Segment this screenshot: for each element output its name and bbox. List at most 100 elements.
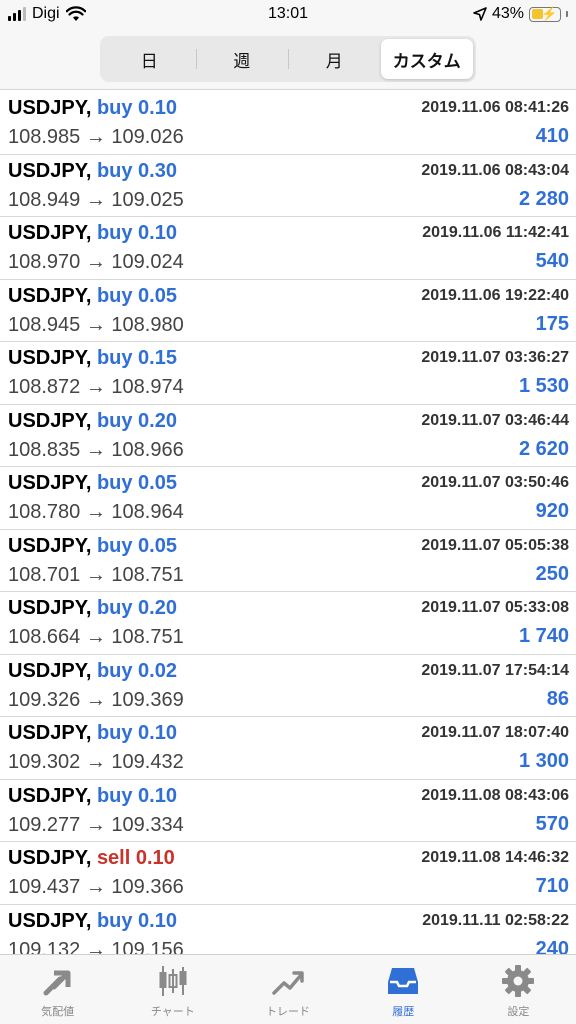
segment-month[interactable]: 月: [288, 39, 381, 79]
trade-row[interactable]: USDJPY, buy 0.15 2019.11.07 03:36:27 108.8…: [0, 342, 576, 405]
trade-row[interactable]: USDJPY, buy 0.20 2019.11.07 03:46:44 108.8…: [0, 405, 576, 467]
trade-side-volume: sell 0.10: [96, 847, 175, 869]
trade-symbol: USDJPY, buy 0.05: [8, 285, 177, 308]
trade-row[interactable]: USDJPY, buy 0.10 2019.11.08 08:43:06 109.2…: [0, 780, 576, 842]
location-arrow-icon: [473, 7, 487, 21]
trade-symbol: USDJPY, buy 0.10: [8, 910, 177, 933]
trade-profit: 1 300: [518, 750, 569, 772]
status-right: 43% ⚡: [473, 5, 568, 23]
symbol-name: USDJPY,: [8, 409, 92, 432]
tab-trade[interactable]: トレード: [230, 955, 345, 1024]
symbol-name: USDJPY,: [8, 347, 92, 369]
symbol-name: USDJPY,: [8, 284, 92, 307]
tab-settings-label: 設定: [507, 1005, 530, 1018]
trade-price-range: 109.277 → 109.334: [8, 813, 184, 836]
trade-time: 2019.11.11 02:58:22: [422, 911, 569, 929]
trade-profit: 1 530: [518, 375, 569, 397]
trade-time: 2019.11.08 14:46:32: [421, 849, 569, 866]
trade-price-range: 108.780 → 108.964: [8, 501, 184, 523]
symbol-name: USDJPY,: [8, 597, 92, 619]
trade-side-volume: buy 0.10: [96, 222, 177, 244]
trade-time: 2019.11.07 03:50:46: [421, 474, 569, 491]
trade-symbol: USDJPY, buy 0.10: [8, 97, 177, 120]
trade-side-volume: buy 0.10: [96, 722, 177, 744]
trade-side-volume: buy 0.05: [96, 284, 177, 307]
symbol-name: USDJPY,: [8, 97, 92, 119]
segment-day[interactable]: 日: [103, 39, 196, 79]
tab-quotes[interactable]: 気配値: [0, 955, 115, 1024]
trade-price-range: 109.437 → 109.366: [8, 876, 184, 898]
trade-price-range: 108.701 → 108.751: [8, 563, 184, 586]
trade-time: 2019.11.08 08:43:06: [421, 786, 569, 804]
tab-settings[interactable]: 設定: [461, 955, 576, 1024]
trade-row[interactable]: USDJPY, buy 0.10 2019.11.11 02:58:22 109.1…: [0, 905, 576, 955]
trade-side-volume: buy 0.02: [96, 659, 177, 682]
trade-profit: 250: [535, 562, 569, 585]
trade-price-range: 108.949 → 109.025: [8, 188, 184, 211]
battery-percent: 43%: [491, 5, 524, 22]
trade-price-range: 108.872 → 108.974: [8, 376, 184, 398]
trade-time: 2019.11.06 19:22:40: [421, 286, 569, 304]
trade-profit: 410: [535, 125, 569, 147]
trade-price-range: 108.835 → 108.966: [8, 438, 184, 461]
symbol-name: USDJPY,: [8, 909, 92, 932]
trade-symbol: USDJPY, buy 0.15: [8, 347, 177, 370]
trade-time: 2019.11.07 05:05:38: [421, 536, 569, 554]
tab-history[interactable]: 履歴: [346, 955, 461, 1024]
trade-row[interactable]: USDJPY, buy 0.05 2019.11.06 19:22:40 108.9…: [0, 280, 576, 342]
trade-profit: 240: [535, 937, 569, 955]
gear-icon: [502, 965, 535, 997]
trade-row[interactable]: USDJPY, sell 0.10 2019.11.08 14:46:32 109.…: [0, 842, 576, 905]
symbol-name: USDJPY,: [8, 659, 92, 682]
symbol-name: USDJPY,: [8, 534, 92, 557]
segment-week[interactable]: 週: [195, 39, 289, 79]
trade-row[interactable]: USDJPY, buy 0.10 2019.11.07 18:07:40 109.3…: [0, 717, 576, 780]
symbol-name: USDJPY,: [8, 472, 92, 494]
trade-trend-icon: [272, 971, 304, 995]
trade-price-range: 108.970 → 109.024: [8, 251, 184, 273]
trade-time: 2019.11.06 08:41:26: [421, 99, 569, 116]
trade-row[interactable]: USDJPY, buy 0.02 2019.11.07 17:54:14 109.3…: [0, 655, 576, 717]
trade-row[interactable]: USDJPY, buy 0.30 2019.11.06 08:43:04 108.9…: [0, 155, 576, 217]
tab-chart-label: チャート: [150, 1005, 195, 1018]
period-header: 日 週 月 カスタム: [0, 30, 576, 90]
tab-chart[interactable]: チャート: [115, 955, 230, 1024]
trade-side-volume: buy 0.10: [96, 909, 177, 932]
trade-side-volume: buy 0.15: [96, 347, 177, 369]
trade-row[interactable]: USDJPY, buy 0.10 2019.11.06 08:41:26 108.9…: [0, 92, 576, 155]
trade-row[interactable]: USDJPY, buy 0.05 2019.11.07 03:50:46 108.7…: [0, 467, 576, 530]
trade-history-list[interactable]: USDJPY, buy 0.10 2019.11.06 08:41:26 108.9…: [0, 92, 576, 954]
trade-time: 2019.11.06 11:42:41: [422, 224, 569, 241]
trade-symbol: USDJPY, buy 0.05: [8, 535, 177, 558]
trade-profit: 2 620: [518, 437, 569, 460]
trade-side-volume: buy 0.30: [96, 159, 177, 182]
trade-side-volume: buy 0.20: [96, 597, 177, 619]
trade-price-range: 108.985 → 109.026: [8, 126, 184, 148]
trade-row[interactable]: USDJPY, buy 0.10 2019.11.06 11:42:41 108.9…: [0, 217, 576, 280]
trade-time: 2019.11.07 03:46:44: [421, 411, 569, 429]
trade-profit: 570: [535, 812, 569, 835]
trade-time: 2019.11.06 08:43:04: [421, 161, 569, 179]
tab-bar: 気配値 チャート トレード 履歴 設定: [0, 954, 576, 1024]
trade-time: 2019.11.07 18:07:40: [421, 724, 569, 741]
symbol-name: USDJPY,: [8, 222, 92, 244]
trade-price-range: 108.945 → 108.980: [8, 313, 184, 336]
trade-price-range: 108.664 → 108.751: [8, 626, 184, 648]
segment-custom[interactable]: カスタム: [380, 39, 473, 79]
symbol-name: USDJPY,: [8, 159, 92, 182]
history-inbox-icon: [388, 968, 419, 994]
trade-side-volume: buy 0.05: [96, 472, 177, 494]
trade-profit: 2 280: [518, 187, 569, 210]
period-segmented-control: 日 週 月 カスタム: [100, 36, 476, 82]
trade-row[interactable]: USDJPY, buy 0.05 2019.11.07 05:05:38 108.7…: [0, 530, 576, 592]
trade-row[interactable]: USDJPY, buy 0.20 2019.11.07 05:33:08 108.6…: [0, 592, 576, 655]
trade-symbol: USDJPY, buy 0.10: [8, 785, 177, 808]
trade-symbol: USDJPY, buy 0.30: [8, 160, 177, 183]
trade-side-volume: buy 0.10: [96, 784, 177, 807]
tab-quotes-label: 気配値: [41, 1005, 75, 1018]
trade-symbol: USDJPY, buy 0.02: [8, 660, 177, 683]
trade-symbol: USDJPY, buy 0.10: [8, 222, 177, 245]
tab-trade-label: トレード: [266, 1005, 310, 1018]
trade-profit: 540: [535, 250, 569, 272]
trade-side-volume: buy 0.05: [96, 534, 177, 557]
